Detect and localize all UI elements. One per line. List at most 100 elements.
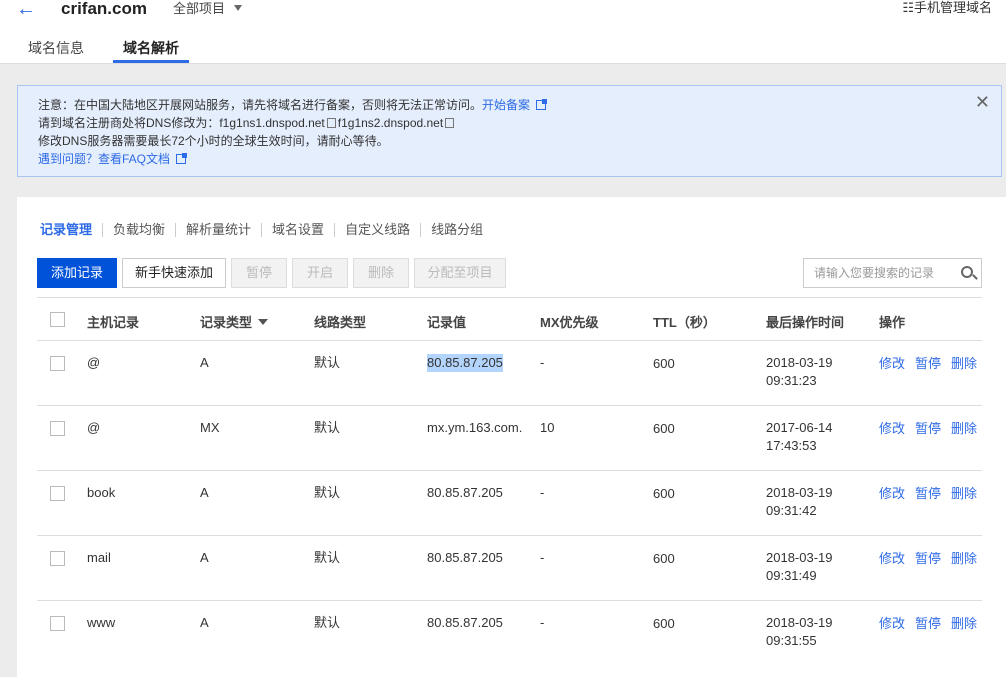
record-actions: 修改 暂停 删除 [879,615,987,633]
record-date: 2018-03-19 [766,550,833,565]
copy-icon[interactable] [326,118,336,128]
search-icon[interactable] [961,266,973,278]
delete-link[interactable]: 删除 [951,486,977,501]
record-value: 80.85.87.205 [427,550,503,565]
pause-link[interactable]: 暂停 [915,421,941,436]
notice-line2: 请到域名注册商处将DNS修改为： [38,116,220,130]
pause-link[interactable]: 暂停 [915,356,941,371]
record-line: 默认 [314,420,341,435]
subtab-domain-settings[interactable]: 域名设置 [261,223,334,237]
grid-icon: ☷ [902,0,914,15]
domain-title: crifan.com [61,0,147,18]
faq-link[interactable]: 遇到问题？查看FAQ文档 [38,152,170,166]
record-date: 2018-03-19 [766,355,833,370]
record-time: 09:31:55 [766,633,817,648]
row-checkbox[interactable] [50,486,65,501]
record-value: 80.85.87.205 [427,485,503,500]
row-checkbox[interactable] [50,356,65,371]
record-type: A [200,550,209,565]
col-updated: 最后操作时间 [766,315,845,330]
copy-icon[interactable] [445,118,455,128]
subtab-line-groups[interactable]: 线路分组 [420,223,493,237]
record-date: 2018-03-19 [766,615,833,630]
assign-project-button[interactable]: 分配至项目 [414,258,506,288]
record-line: 默认 [314,550,341,565]
record-actions: 修改 暂停 删除 [879,550,987,568]
back-arrow-icon[interactable]: ← [16,0,36,19]
tab-domain-info[interactable]: 域名信息 [28,39,84,57]
pause-link[interactable]: 暂停 [915,486,941,501]
mobile-manage-link[interactable]: ☷手机管理域名 [902,1,992,15]
col-type[interactable]: 记录类型 [200,312,269,331]
pause-link[interactable]: 暂停 [915,551,941,566]
subtab-statistics[interactable]: 解析量统计 [175,223,261,237]
tab-dns-resolution[interactable]: 域名解析 [123,39,179,57]
record-value: mx.ym.163.com. [427,420,523,435]
nameserver-2: f1g1ns2.dnspod.net [337,116,444,130]
search-input[interactable] [814,266,954,280]
pause-link[interactable]: 暂停 [915,616,941,631]
active-tab-indicator [113,60,189,63]
record-ttl: 600 [653,421,675,436]
record-type: MX [200,420,220,435]
row-divider [37,405,982,406]
record-time: 09:31:23 [766,373,817,388]
record-actions: 修改 暂停 删除 [879,485,987,503]
chevron-down-icon[interactable] [234,5,242,11]
record-line: 默认 [314,355,341,370]
quick-add-button[interactable]: 新手快速添加 [122,258,226,288]
edit-link[interactable]: 修改 [879,551,905,566]
row-divider [37,535,982,536]
record-host: book [87,485,116,500]
notice-line1: 注意：在中国大陆地区开展网站服务，请先将域名进行备案，否则将无法正常访问。 [38,98,483,112]
external-link-icon[interactable] [536,99,548,110]
record-actions: 修改 暂停 删除 [879,355,987,373]
edit-link[interactable]: 修改 [879,421,905,436]
record-line: 默认 [314,485,341,500]
record-value: 80.85.87.205 [427,354,503,372]
external-link-icon[interactable] [176,153,188,164]
row-checkbox[interactable] [50,551,65,566]
enable-button[interactable]: 开启 [292,258,348,288]
record-time: 17:43:53 [766,438,817,453]
record-ttl: 600 [653,486,675,501]
sub-tabs: 记录管理 负载均衡 解析量统计 域名设置 自定义线路 线路分组 [40,223,493,237]
add-record-button[interactable]: 添加记录 [37,258,117,288]
record-type: A [200,615,209,630]
select-all-checkbox[interactable] [50,312,65,327]
pause-button[interactable]: 暂停 [231,258,287,288]
notice-banner: 注意：在中国大陆地区开展网站服务，请先将域名进行备案，否则将无法正常访问。开始备… [17,85,1002,177]
start-filing-link[interactable]: 开始备案 [482,98,530,112]
delete-link[interactable]: 删除 [951,421,977,436]
delete-link[interactable]: 删除 [951,356,977,371]
col-ttl: TTL（秒） [653,315,716,330]
row-divider [37,340,982,341]
delete-link[interactable]: 删除 [951,551,977,566]
search-box[interactable] [803,258,982,288]
close-icon[interactable]: ✕ [975,93,990,111]
record-type: A [200,355,209,370]
row-checkbox[interactable] [50,616,65,631]
col-host: 主机记录 [87,315,140,330]
delete-button[interactable]: 删除 [353,258,409,288]
row-checkbox[interactable] [50,421,65,436]
record-ttl: 600 [653,616,675,631]
record-actions: 修改 暂停 删除 [879,420,987,438]
edit-link[interactable]: 修改 [879,616,905,631]
subtab-record-management[interactable]: 记录管理 [40,223,102,237]
notice-line3: 修改DNS服务器需要最长72个小时的全球生效时间，请耐心等待。 [38,134,389,148]
delete-link[interactable]: 删除 [951,616,977,631]
edit-link[interactable]: 修改 [879,356,905,371]
record-date: 2017-06-14 [766,420,833,435]
record-ttl: 600 [653,551,675,566]
record-host: @ [87,420,101,435]
subtab-custom-lines[interactable]: 自定义线路 [334,223,420,237]
edit-link[interactable]: 修改 [879,486,905,501]
record-value: 80.85.87.205 [427,615,503,630]
subtab-load-balance[interactable]: 负载均衡 [102,223,175,237]
record-mx: - [540,355,545,370]
record-line: 默认 [314,615,341,630]
project-dropdown[interactable]: 全部项目 [173,2,225,16]
record-mx: - [540,615,545,630]
filter-icon[interactable] [258,319,269,325]
